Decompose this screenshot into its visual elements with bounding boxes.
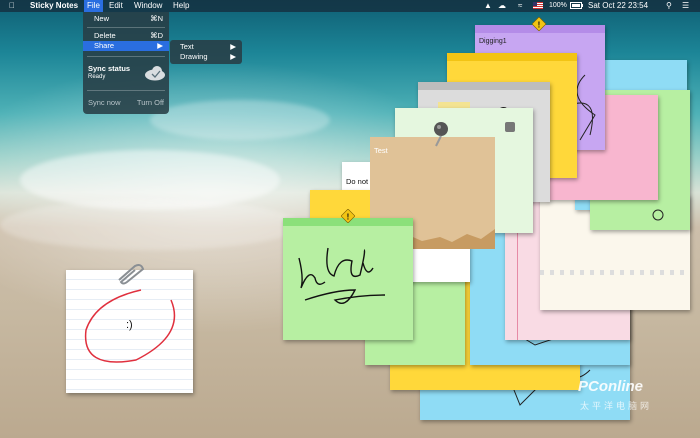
menu-delete[interactable]: Delete ⌘D	[83, 31, 169, 41]
battery-percent: 100%	[549, 2, 567, 9]
sync-now-button[interactable]: Sync now	[88, 98, 121, 107]
paperclip-icon	[118, 264, 145, 285]
note-title: Digging1	[479, 38, 507, 45]
sticky-note-signature[interactable]	[283, 218, 413, 340]
battery-icon[interactable]	[570, 0, 583, 12]
turn-off-button[interactable]: Turn Off	[137, 98, 164, 107]
menu-edit[interactable]: Edit	[106, 0, 126, 12]
sync-icon[interactable]: ☁	[498, 0, 506, 12]
pushpin-icon	[434, 122, 448, 147]
svg-text:!: !	[347, 213, 350, 222]
watermark-brand: PConline	[578, 378, 644, 395]
menu-list-icon[interactable]: ☰	[682, 0, 689, 12]
note-text: Do not	[346, 177, 369, 186]
menu-bar:  Sticky Notes File Edit Window Help ▲ ☁…	[0, 0, 700, 12]
warning-icon[interactable]: !	[341, 209, 355, 223]
menu-file[interactable]: File	[84, 0, 103, 12]
note-text: :)	[126, 319, 133, 331]
app-menu[interactable]: Sticky Notes	[27, 0, 81, 12]
submenu-arrow-icon: ▶	[230, 42, 236, 51]
watermark-cn: 太平洋电脑网	[580, 401, 653, 411]
sticky-note-smiley[interactable]: :)	[66, 270, 193, 393]
menu-window[interactable]: Window	[131, 0, 165, 12]
sync-status-title: Sync status	[88, 64, 131, 73]
share-drawing[interactable]: Drawing ▶	[180, 52, 240, 61]
wifi-icon[interactable]: ≈	[518, 0, 522, 12]
svg-text:!: !	[538, 21, 541, 30]
signature-drawing	[298, 247, 386, 304]
apple-icon[interactable]: 	[6, 0, 18, 12]
note-drawing	[84, 289, 176, 363]
sync-status-state: Ready	[88, 74, 106, 80]
warning-icon[interactable]: !	[532, 17, 546, 31]
menu-new[interactable]: New ⌘N	[83, 14, 169, 24]
divider	[87, 56, 165, 57]
share-text[interactable]: Text ▶	[180, 42, 240, 51]
notification-icon[interactable]: ▲	[484, 0, 492, 12]
share-submenu: Text ▶ Drawing ▶	[170, 40, 242, 64]
divider	[87, 90, 165, 91]
cloud-check-icon	[145, 66, 165, 81]
flag-icon[interactable]	[533, 0, 543, 12]
divider	[87, 27, 165, 28]
menu-help[interactable]: Help	[170, 0, 192, 12]
submenu-arrow-icon: ▶	[230, 52, 236, 61]
search-icon[interactable]: ⚲	[666, 0, 672, 12]
menu-share[interactable]: Share ▶	[83, 41, 169, 51]
submenu-arrow-icon: ▶	[157, 41, 163, 50]
file-menu: New ⌘N Delete ⌘D Share ▶ Sync status Rea…	[83, 12, 169, 114]
clock[interactable]: Sat Oct 22 23:54	[588, 0, 648, 12]
